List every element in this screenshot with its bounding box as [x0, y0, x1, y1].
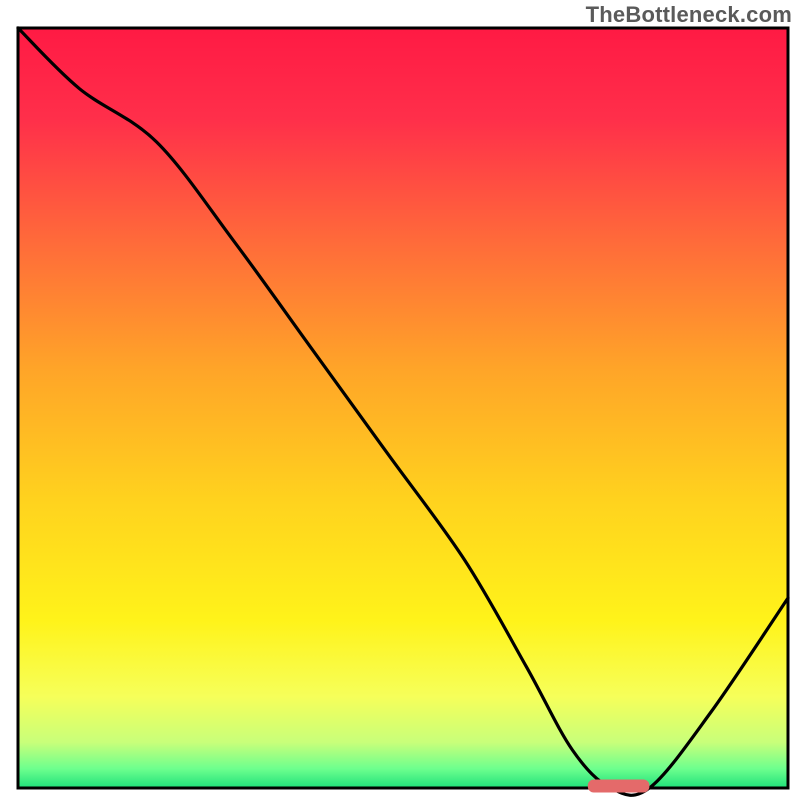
- watermark-text: TheBottleneck.com: [586, 2, 792, 28]
- bottleneck-chart: [0, 0, 800, 800]
- plot-background: [18, 28, 788, 788]
- chart-container: TheBottleneck.com: [0, 0, 800, 800]
- optimal-marker: [588, 779, 650, 792]
